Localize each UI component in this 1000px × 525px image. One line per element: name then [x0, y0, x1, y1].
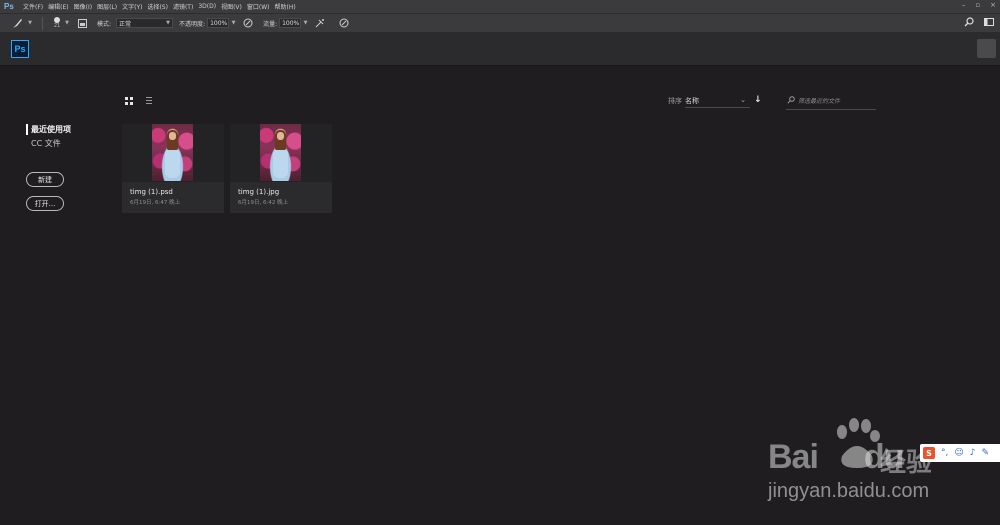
menu-select[interactable]: 选择(S) — [147, 2, 168, 11]
airbrush-icon[interactable] — [313, 18, 327, 28]
thumb-dress — [273, 150, 288, 178]
options-right — [964, 17, 994, 30]
menu-layer[interactable]: 图层(L) — [97, 2, 117, 11]
menu-view[interactable]: 视图(V) — [221, 2, 242, 11]
file-thumbnail-area — [122, 124, 224, 182]
ps-app-icon: Ps — [4, 2, 14, 11]
watermark-url: jingyan.baidu.com — [768, 480, 930, 502]
brush-preset-picker[interactable]: 21 — [51, 17, 63, 29]
divider — [42, 16, 43, 30]
opacity-field[interactable]: 100% — [207, 18, 230, 28]
ime-tools-icon[interactable]: ✎ — [982, 448, 990, 458]
sort-value: 名称 — [685, 97, 699, 105]
file-thumbnail-area — [230, 124, 332, 182]
thumb-face — [169, 132, 176, 140]
list-view-icon[interactable] — [144, 97, 152, 105]
pressure-opacity-icon[interactable] — [241, 18, 255, 28]
menu-filter[interactable]: 滤镜(T) — [173, 2, 193, 11]
menu-bar: Ps 文件(F) 编辑(E) 图像(I) 图层(L) 文字(Y) 选择(S) 滤… — [0, 0, 1000, 13]
menu-image[interactable]: 图像(I) — [74, 2, 92, 11]
menu-edit[interactable]: 编辑(E) — [48, 2, 68, 11]
chevron-down-icon[interactable]: ▼ — [229, 20, 238, 26]
restore-button[interactable]: ▫ — [975, 1, 980, 9]
close-button[interactable]: × — [990, 1, 996, 9]
ime-mic-icon[interactable]: ♪ — [970, 448, 976, 458]
ime-punct-icon[interactable]: °, — [941, 448, 948, 458]
window-controls: – ▫ × — [962, 1, 996, 9]
chevron-down-icon[interactable]: ▼ — [63, 20, 71, 26]
sort-label: 排序 — [668, 97, 682, 105]
mode-select[interactable]: 正常 ▼ — [116, 18, 174, 28]
file-thumbnail — [260, 124, 301, 181]
pressure-size-icon[interactable] — [337, 18, 351, 28]
menu-3d[interactable]: 3D(D) — [198, 3, 216, 10]
thumb-dress — [165, 150, 180, 178]
list-line — [146, 103, 152, 104]
file-date: 6月19日, 6:42 晚上 — [238, 200, 289, 206]
grid-view-icon[interactable] — [125, 97, 133, 105]
grid-cell — [130, 97, 133, 100]
menu-type[interactable]: 文字(Y) — [122, 2, 142, 11]
sort-select[interactable]: 名称 ⌄ — [685, 94, 750, 108]
opacity-value: 100% — [210, 19, 228, 27]
account-avatar[interactable] — [977, 39, 996, 58]
sort-direction-arrow-icon[interactable]: ↓ — [754, 95, 762, 105]
flow-label: 流量: — [263, 20, 278, 28]
workspace-icon[interactable] — [984, 17, 994, 30]
mode-label: 模式: — [97, 20, 112, 28]
list-line — [146, 100, 152, 101]
file-date: 6月19日, 6:47 晚上 — [130, 200, 181, 206]
file-name: timg (1).jpg — [238, 188, 280, 196]
baidu-paw-icon — [837, 418, 880, 468]
brush-tool-icon[interactable] — [8, 18, 26, 29]
flow-value: 100% — [282, 19, 300, 27]
search-input[interactable] — [798, 96, 874, 107]
brush-size-value: 21 — [53, 23, 61, 29]
menu-file[interactable]: 文件(F) — [23, 2, 43, 11]
list-line — [146, 97, 152, 98]
thumb-face — [277, 132, 284, 140]
search-icon — [787, 96, 795, 106]
chevron-down-icon[interactable]: ▼ — [26, 20, 34, 26]
menu-help[interactable]: 帮助(H) — [275, 2, 296, 11]
menu-window[interactable]: 窗口(W) — [247, 2, 270, 11]
file-name: timg (1).psd — [130, 188, 173, 196]
filter-search — [786, 94, 876, 110]
sidebar-item-recent[interactable]: 最近使用项 — [26, 124, 71, 135]
grid-cell — [125, 97, 128, 100]
ime-emoji-icon[interactable]: ☺ — [954, 448, 963, 458]
chevron-down-icon: ⌄ — [740, 96, 746, 104]
chevron-down-icon[interactable]: ▼ — [301, 20, 310, 26]
options-bar: ▼ 21 ▼ 模式: 正常 ▼ 不透明度: 100% ▼ 流量: 100% ▼ — [0, 13, 1000, 32]
start-sidebar: 最近使用项 CC 文件 新建 打开... — [26, 124, 71, 211]
grid-cell — [130, 102, 133, 105]
mode-value: 正常 — [119, 20, 132, 28]
recent-file-card[interactable]: timg (1).psd 6月19日, 6:47 晚上 — [122, 124, 224, 213]
watermark-brand-text: Bai — [768, 438, 819, 476]
sidebar-item-cc-files[interactable]: CC 文件 — [26, 138, 71, 149]
recent-file-card[interactable]: timg (1).jpg 6月19日, 6:42 晚上 — [230, 124, 332, 213]
grid-cell — [125, 102, 128, 105]
search-icon[interactable] — [964, 17, 974, 30]
ime-logo-icon: S — [923, 447, 935, 459]
photoshop-logo: Ps — [11, 40, 29, 58]
new-button[interactable]: 新建 — [26, 172, 64, 187]
flow-field[interactable]: 100% — [279, 18, 302, 28]
start-workspace-header: Ps — [0, 32, 1000, 66]
chevron-down-icon: ▼ — [166, 20, 171, 26]
minimize-button[interactable]: – — [962, 1, 966, 9]
brush-panel-icon[interactable] — [75, 18, 89, 28]
opacity-label: 不透明度: — [179, 20, 206, 28]
open-button[interactable]: 打开... — [26, 196, 64, 211]
ime-toolbar[interactable]: S °, ☺ ♪ ✎ — [920, 444, 1000, 462]
file-thumbnail — [152, 124, 193, 181]
